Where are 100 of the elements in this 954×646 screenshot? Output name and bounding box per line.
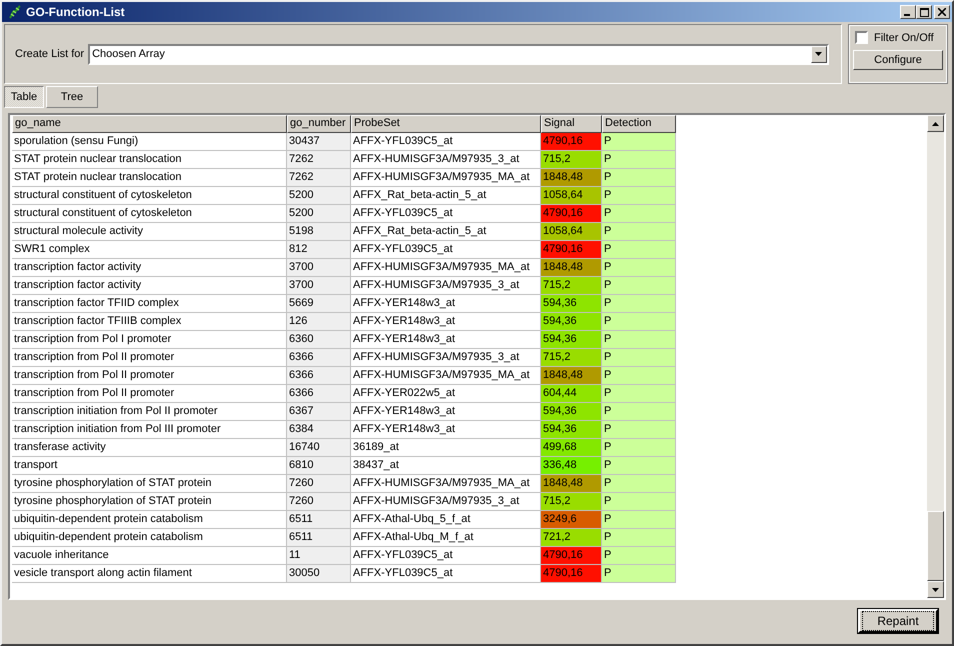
table-cell: vacuole inheritance	[12, 547, 287, 565]
table-cell: structural molecule activity	[12, 223, 287, 241]
table-cell: 715,2	[541, 349, 602, 367]
scroll-up-icon	[932, 122, 939, 126]
table-cell: P	[602, 349, 676, 367]
table-cell: structural constituent of cytoskeleton	[12, 205, 287, 223]
table-cell: 1058,64	[541, 223, 602, 241]
table-cell: 1848,48	[541, 169, 602, 187]
table-cell: 1848,48	[541, 259, 602, 277]
table-cell: AFFX-YER148w3_at	[351, 421, 541, 439]
table-cell: tyrosine phosphorylation of STAT protein	[12, 475, 287, 493]
table-cell: 7260	[287, 493, 351, 511]
table-cell: 594,36	[541, 313, 602, 331]
tab[interactable]: Table	[4, 86, 44, 108]
tab[interactable]: Tree	[46, 86, 98, 108]
table-cell: P	[602, 187, 676, 205]
array-dropdown[interactable]: Choosen Array	[88, 44, 829, 64]
table-cell: AFFX-YER148w3_at	[351, 403, 541, 421]
table-cell: structural constituent of cytoskeleton	[12, 187, 287, 205]
table-cell: 6366	[287, 349, 351, 367]
table-cell: P	[602, 277, 676, 295]
repaint-button[interactable]: Repaint	[858, 609, 938, 633]
table-cell: AFFX-HUMISGF3A/M97935_MA_at	[351, 259, 541, 277]
table-cell: 16740	[287, 439, 351, 457]
table-cell: P	[602, 205, 676, 223]
dna-icon	[8, 5, 22, 19]
table-cell: AFFX-YFL039C5_at	[351, 205, 541, 223]
table-cell: AFFX-YFL039C5_at	[351, 547, 541, 565]
window-title: GO-Function-List	[26, 5, 126, 19]
table-cell: 1848,48	[541, 367, 602, 385]
table-cell: 5198	[287, 223, 351, 241]
column-header[interactable]: Signal	[541, 115, 602, 133]
table-cell: P	[602, 151, 676, 169]
maximize-button[interactable]	[916, 5, 932, 19]
table-cell: 38437_at	[351, 457, 541, 475]
filter-label: Filter On/Off	[874, 32, 934, 44]
column-header[interactable]: ProbeSet	[351, 115, 541, 133]
table-cell: 30437	[287, 133, 351, 151]
table-cell: 336,48	[541, 457, 602, 475]
table-cell: AFFX-YER148w3_at	[351, 331, 541, 349]
table-cell: STAT protein nuclear translocation	[12, 169, 287, 187]
column-header[interactable]: go_number	[287, 115, 351, 133]
maximize-icon	[920, 8, 928, 16]
table-cell: P	[602, 331, 676, 349]
minimize-button[interactable]	[900, 5, 916, 19]
table-cell: transcription from Pol II promoter	[12, 349, 287, 367]
table-cell: AFFX-YER148w3_at	[351, 313, 541, 331]
table-cell: 6366	[287, 367, 351, 385]
table-cell: 715,2	[541, 277, 602, 295]
configure-button[interactable]: Configure	[853, 50, 943, 70]
table-cell: transcription factor activity	[12, 277, 287, 295]
table-cell: AFFX-HUMISGF3A/M97935_3_at	[351, 349, 541, 367]
table-cell: AFFX-HUMISGF3A/M97935_MA_at	[351, 475, 541, 493]
column-header[interactable]: Detection	[602, 115, 676, 133]
table-cell: 6384	[287, 421, 351, 439]
table-cell: 5200	[287, 187, 351, 205]
table-cell: 3700	[287, 277, 351, 295]
table-cell: AFFX-YFL039C5_at	[351, 565, 541, 583]
table-cell: AFFX-HUMISGF3A/M97935_MA_at	[351, 367, 541, 385]
table-cell: tyrosine phosphorylation of STAT protein	[12, 493, 287, 511]
table-cell: STAT protein nuclear translocation	[12, 151, 287, 169]
column-header[interactable]: go_name	[12, 115, 287, 133]
table-cell: P	[602, 295, 676, 313]
table-cell: ubiquitin-dependent protein catabolism	[12, 511, 287, 529]
close-button[interactable]	[934, 5, 950, 19]
table-cell: 721,2	[541, 529, 602, 547]
vertical-scrollbar[interactable]	[927, 115, 944, 598]
table-cell: 1058,64	[541, 187, 602, 205]
table-cell: 4790,16	[541, 205, 602, 223]
table-cell: P	[602, 493, 676, 511]
table-cell: AFFX-HUMISGF3A/M97935_3_at	[351, 151, 541, 169]
table-cell: transcription from Pol II promoter	[12, 367, 287, 385]
table-cell: AFFX-YFL039C5_at	[351, 133, 541, 151]
scroll-thumb[interactable]	[927, 511, 944, 581]
table-cell: P	[602, 421, 676, 439]
dropdown-arrow-icon	[815, 52, 823, 56]
table-cell: AFFX-YER148w3_at	[351, 295, 541, 313]
table-cell: P	[602, 223, 676, 241]
table-cell: 594,36	[541, 403, 602, 421]
table-cell: P	[602, 403, 676, 421]
table-cell: 594,36	[541, 295, 602, 313]
close-icon	[938, 8, 946, 16]
table-cell: 1848,48	[541, 475, 602, 493]
table-cell: 4790,16	[541, 547, 602, 565]
table-cell: 36189_at	[351, 439, 541, 457]
table-cell: AFFX-YFL039C5_at	[351, 241, 541, 259]
table-cell: 715,2	[541, 493, 602, 511]
table-cell: 4790,16	[541, 241, 602, 259]
table-cell: 6367	[287, 403, 351, 421]
table-cell: 6366	[287, 385, 351, 403]
scroll-down-icon	[932, 588, 939, 592]
table-cell: AFFX-HUMISGF3A/M97935_MA_at	[351, 169, 541, 187]
table-cell: 6810	[287, 457, 351, 475]
table-cell: 7260	[287, 475, 351, 493]
table-cell: 6511	[287, 511, 351, 529]
filter-checkbox[interactable]	[855, 31, 868, 44]
table-cell: P	[602, 241, 676, 259]
create-list-label: Create List for	[15, 48, 84, 60]
table-cell: 6511	[287, 529, 351, 547]
table-cell: transcription initiation from Pol II promoter	[12, 403, 287, 421]
